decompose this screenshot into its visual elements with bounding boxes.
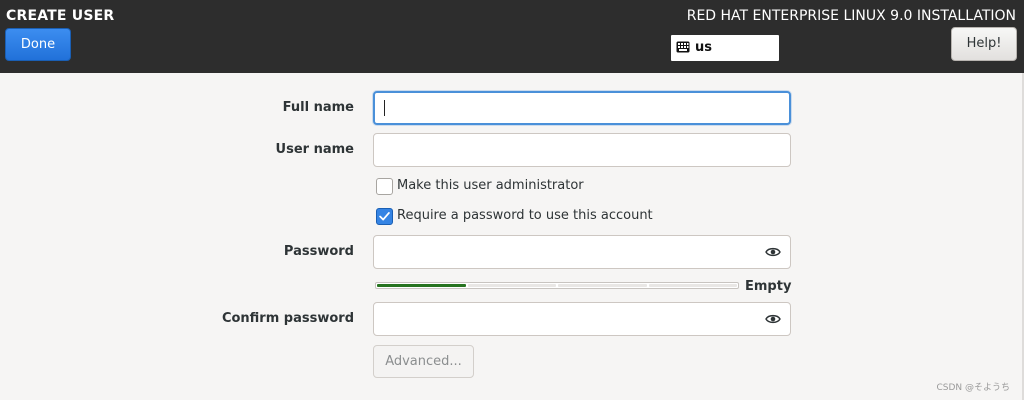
user-name-label: User name bbox=[275, 142, 354, 157]
password-strength-meter bbox=[375, 282, 739, 289]
product-title: RED HAT ENTERPRISE LINUX 9.0 INSTALLATIO… bbox=[686, 8, 1016, 24]
checkmark-icon bbox=[379, 212, 390, 221]
eye-icon[interactable] bbox=[765, 245, 781, 259]
full-name-input[interactable] bbox=[373, 91, 791, 125]
watermark-text: CSDN @そようち bbox=[936, 383, 1010, 393]
admin-checkbox-label[interactable]: Make this user administrator bbox=[397, 178, 584, 193]
require-password-checkbox-label[interactable]: Require a password to use this account bbox=[397, 208, 653, 223]
advanced-button[interactable]: Advanced... bbox=[373, 345, 474, 378]
password-label: Password bbox=[283, 244, 354, 259]
page-title: CREATE USER bbox=[6, 8, 115, 24]
password-input[interactable] bbox=[373, 235, 791, 269]
user-name-input[interactable] bbox=[373, 133, 791, 167]
strength-segment bbox=[648, 284, 737, 287]
confirm-password-label: Confirm password bbox=[221, 311, 354, 326]
eye-icon[interactable] bbox=[765, 312, 781, 326]
keyboard-icon bbox=[676, 41, 690, 53]
keyboard-layout-label: us bbox=[695, 40, 712, 55]
header-bar: CREATE USER Done RED HAT ENTERPRISE LINU… bbox=[0, 0, 1024, 73]
require-password-checkbox[interactable] bbox=[376, 208, 393, 225]
admin-checkbox[interactable] bbox=[376, 178, 393, 195]
full-name-label: Full name bbox=[282, 100, 354, 115]
done-button[interactable]: Done bbox=[5, 28, 71, 61]
help-button[interactable]: Help! bbox=[951, 27, 1017, 61]
password-strength-label: Empty bbox=[745, 279, 792, 294]
confirm-password-input[interactable] bbox=[373, 302, 791, 336]
strength-segment bbox=[377, 284, 466, 287]
keyboard-layout-indicator[interactable]: us bbox=[671, 35, 779, 61]
text-caret bbox=[384, 100, 385, 116]
strength-segment bbox=[467, 284, 556, 287]
strength-segment bbox=[558, 284, 647, 287]
